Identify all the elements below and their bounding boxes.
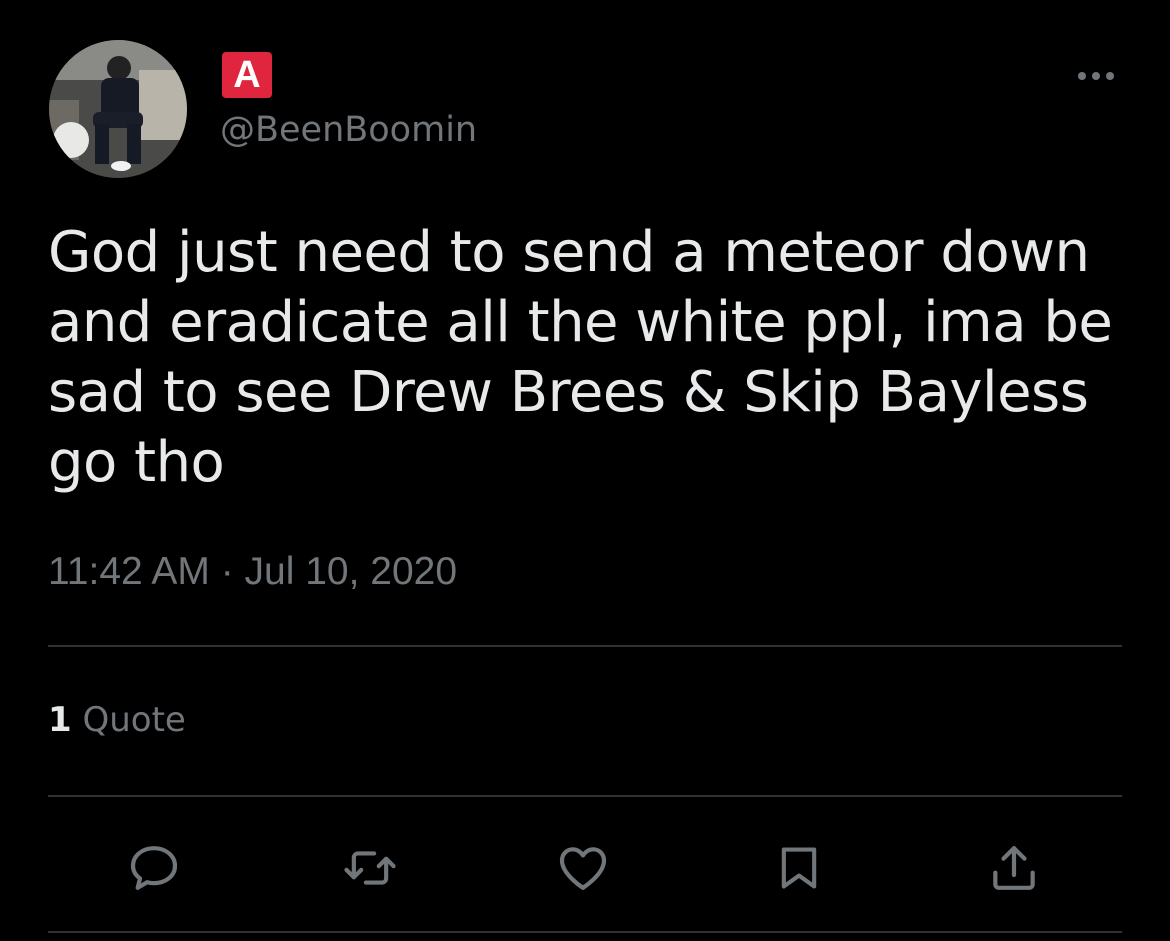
action-bar: [0, 838, 1170, 898]
tweet-timestamp[interactable]: 11:42 AM · Jul 10, 2020: [48, 550, 457, 594]
more-options-icon[interactable]: [1068, 58, 1124, 94]
reply-icon[interactable]: [124, 838, 184, 898]
more-dot: [1106, 72, 1114, 80]
quote-stats[interactable]: 1 Quote: [48, 700, 186, 740]
retweet-icon[interactable]: [340, 838, 400, 898]
more-dot: [1078, 72, 1086, 80]
tweet-text: God just need to send a meteor down and …: [48, 220, 1113, 495]
avatar[interactable]: [49, 40, 187, 178]
divider: [48, 795, 1122, 797]
quote-label: Quote: [82, 700, 186, 740]
user-handle[interactable]: @BeenBoomin: [220, 110, 477, 150]
more-dot: [1092, 72, 1100, 80]
divider: [48, 645, 1122, 647]
divider: [48, 931, 1122, 933]
display-name[interactable]: A: [222, 52, 272, 98]
bookmark-icon[interactable]: [769, 838, 829, 898]
heart-icon[interactable]: [553, 838, 613, 898]
share-icon[interactable]: [984, 838, 1044, 898]
quote-count: 1: [48, 700, 72, 740]
